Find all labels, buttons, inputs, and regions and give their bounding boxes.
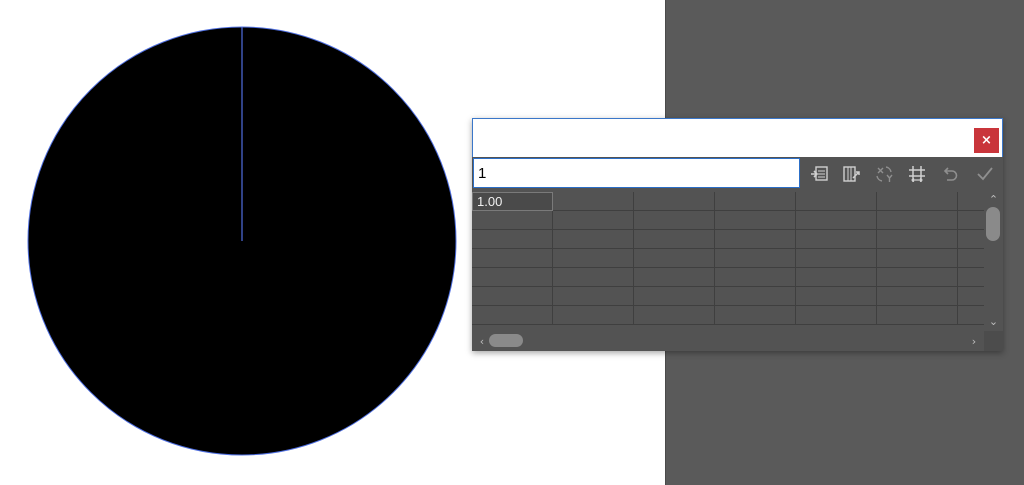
grid-cell[interactable]	[634, 192, 715, 211]
horizontal-scroll-thumb[interactable]	[489, 334, 523, 347]
scroll-left-icon[interactable]: ‹	[474, 331, 490, 351]
grid-cell[interactable]	[877, 249, 958, 268]
grid-cell[interactable]	[958, 230, 984, 249]
grid-cell[interactable]	[634, 306, 715, 325]
vertical-scrollbar[interactable]: ⌃ ⌄	[984, 191, 1003, 331]
close-button[interactable]: ×	[974, 128, 999, 153]
cell-style-icon[interactable]	[906, 163, 928, 185]
transpose-icon[interactable]	[840, 163, 862, 185]
scroll-right-icon[interactable]: ›	[966, 331, 982, 351]
grid-cell[interactable]	[958, 306, 984, 325]
grid-cell[interactable]	[472, 249, 553, 268]
grid-cell[interactable]	[472, 211, 553, 230]
cell-value-input[interactable]	[473, 158, 800, 188]
grid-cell[interactable]	[553, 230, 634, 249]
data-grid[interactable]: 1.00	[472, 191, 984, 331]
grid-cell[interactable]	[715, 306, 796, 325]
grid-cell[interactable]	[877, 230, 958, 249]
grid-cell[interactable]	[472, 230, 553, 249]
graph-data-dialog: × 1.00 ⌃ ⌄ ‹ ›	[472, 118, 1003, 351]
grid-cell[interactable]	[715, 249, 796, 268]
grid-cell[interactable]	[877, 287, 958, 306]
grid-cell[interactable]	[472, 287, 553, 306]
grid-cell[interactable]	[958, 211, 984, 230]
import-data-icon[interactable]	[808, 163, 830, 185]
grid-cell[interactable]	[877, 268, 958, 287]
grid-cell[interactable]	[553, 287, 634, 306]
dialog-titlebar[interactable]: ×	[472, 118, 1003, 157]
swap-xy-icon[interactable]	[873, 163, 895, 185]
grid-cell[interactable]	[958, 249, 984, 268]
grid-cell[interactable]	[553, 192, 634, 211]
grid-cell[interactable]	[877, 192, 958, 211]
grid-cell[interactable]	[634, 230, 715, 249]
revert-icon[interactable]	[939, 163, 961, 185]
grid-cell[interactable]	[553, 268, 634, 287]
grid-cell[interactable]	[553, 306, 634, 325]
grid-cell[interactable]	[796, 249, 877, 268]
grid-cell[interactable]	[958, 192, 984, 211]
vertical-scroll-thumb[interactable]	[986, 207, 1000, 241]
grid-cell[interactable]	[553, 249, 634, 268]
selected-grid-cell[interactable]: 1.00	[472, 192, 553, 211]
scroll-up-icon[interactable]: ⌃	[984, 191, 1003, 207]
grid-cell[interactable]	[877, 306, 958, 325]
grid-cell[interactable]	[634, 249, 715, 268]
apply-icon[interactable]	[974, 163, 996, 185]
grid-cell[interactable]	[553, 211, 634, 230]
grid-cell[interactable]	[715, 268, 796, 287]
grid-cell[interactable]	[715, 230, 796, 249]
grid-cell[interactable]	[958, 287, 984, 306]
grid-cell[interactable]	[796, 306, 877, 325]
grid-cell[interactable]	[715, 211, 796, 230]
grid-cell[interactable]	[796, 287, 877, 306]
grid-cell[interactable]	[796, 192, 877, 211]
grid-cell[interactable]	[472, 268, 553, 287]
data-toolbar	[472, 157, 1003, 191]
grid-cell[interactable]	[958, 268, 984, 287]
scrollbar-corner	[984, 331, 1003, 351]
grid-cell[interactable]	[634, 268, 715, 287]
grid-cell[interactable]	[715, 192, 796, 211]
grid-cell[interactable]	[796, 230, 877, 249]
data-grid-area: 1.00 ⌃ ⌄ ‹ ›	[472, 191, 1003, 351]
horizontal-scrollbar[interactable]: ‹ ›	[472, 331, 984, 351]
grid-cell[interactable]	[877, 211, 958, 230]
grid-cell[interactable]	[796, 211, 877, 230]
grid-cell[interactable]	[796, 268, 877, 287]
grid-cell[interactable]	[472, 306, 553, 325]
grid-cell[interactable]	[634, 287, 715, 306]
grid-cell[interactable]	[715, 287, 796, 306]
grid-cell[interactable]	[634, 211, 715, 230]
scroll-down-icon[interactable]: ⌄	[984, 313, 1003, 329]
